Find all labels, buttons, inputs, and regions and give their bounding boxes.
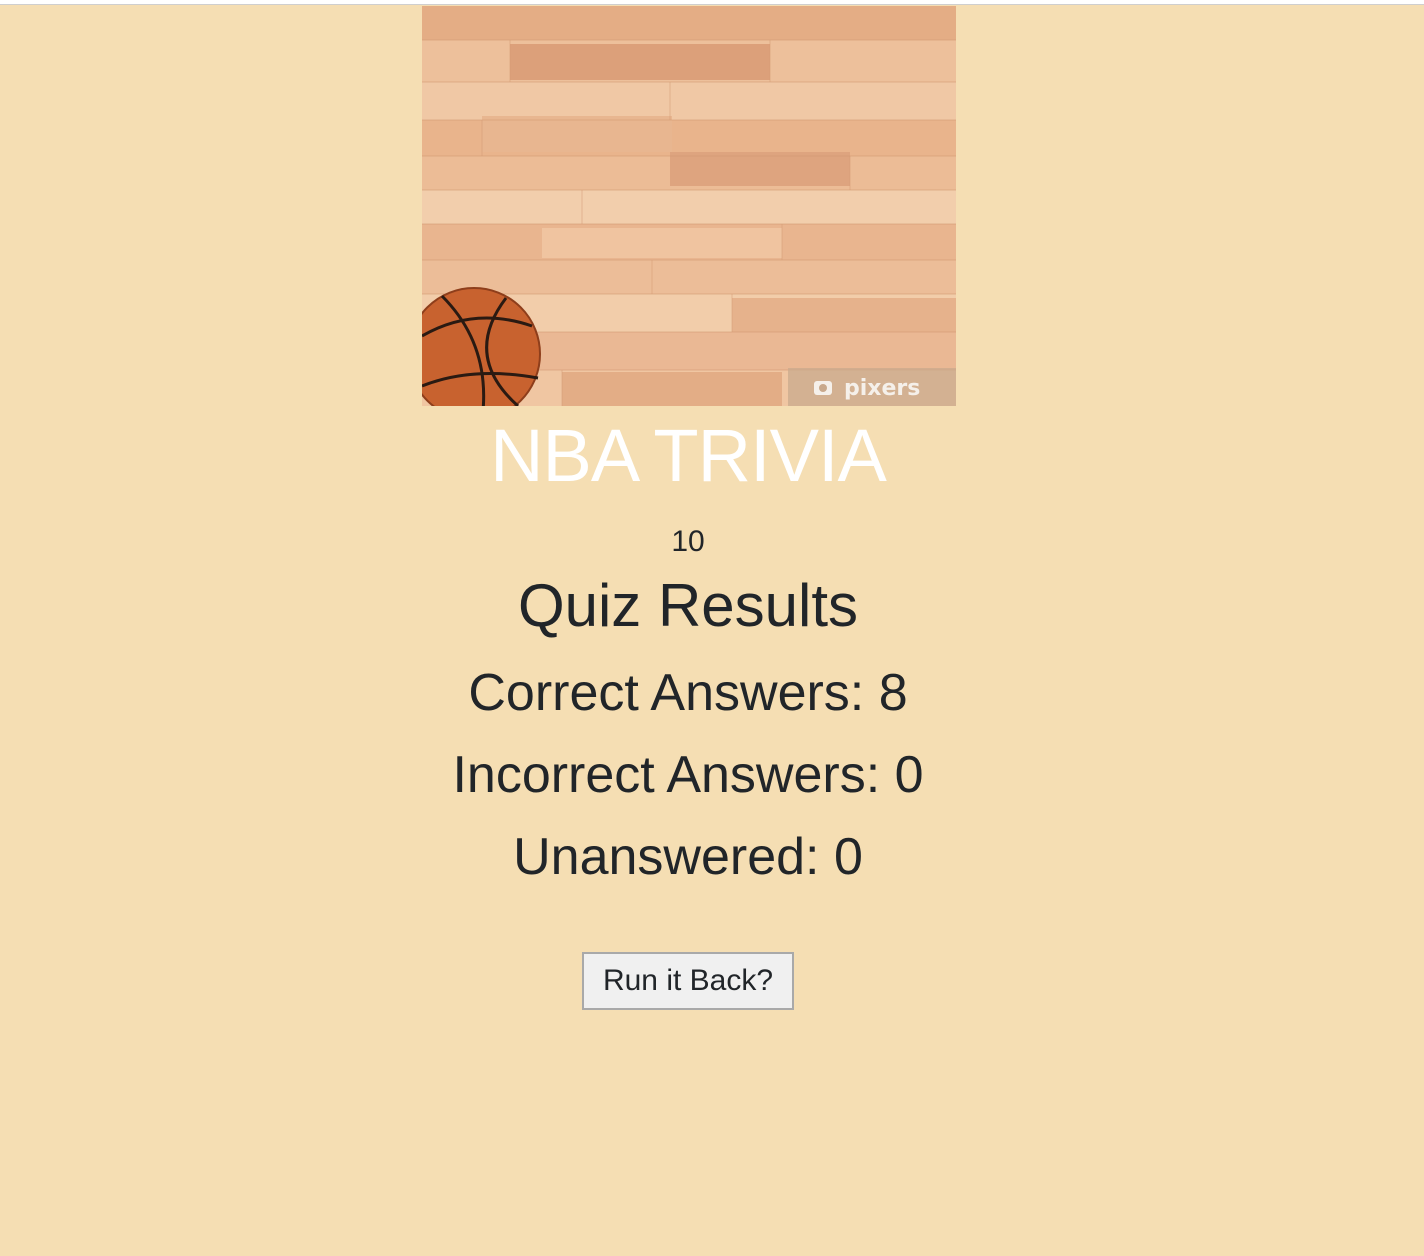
incorrect-answers: Incorrect Answers: 0: [452, 746, 924, 804]
watermark: pixers: [814, 374, 920, 402]
top-border: [0, 0, 1424, 5]
timer-readout: 10: [671, 525, 705, 558]
banner-image: pixers: [422, 6, 956, 406]
correct-answers: Correct Answers: 8: [468, 664, 908, 722]
page: pixers NBA TRIVIA 10 Quiz Results Correc…: [0, 0, 1424, 1256]
page-title: NBA TRIVIA: [490, 414, 887, 497]
watermark-label: pixers: [844, 375, 921, 401]
results-heading: Quiz Results: [517, 572, 859, 639]
unanswered-count: Unanswered: 0: [513, 828, 863, 886]
run-it-back-button[interactable]: Run it Back?: [582, 952, 794, 1010]
camera-icon: [814, 381, 832, 395]
